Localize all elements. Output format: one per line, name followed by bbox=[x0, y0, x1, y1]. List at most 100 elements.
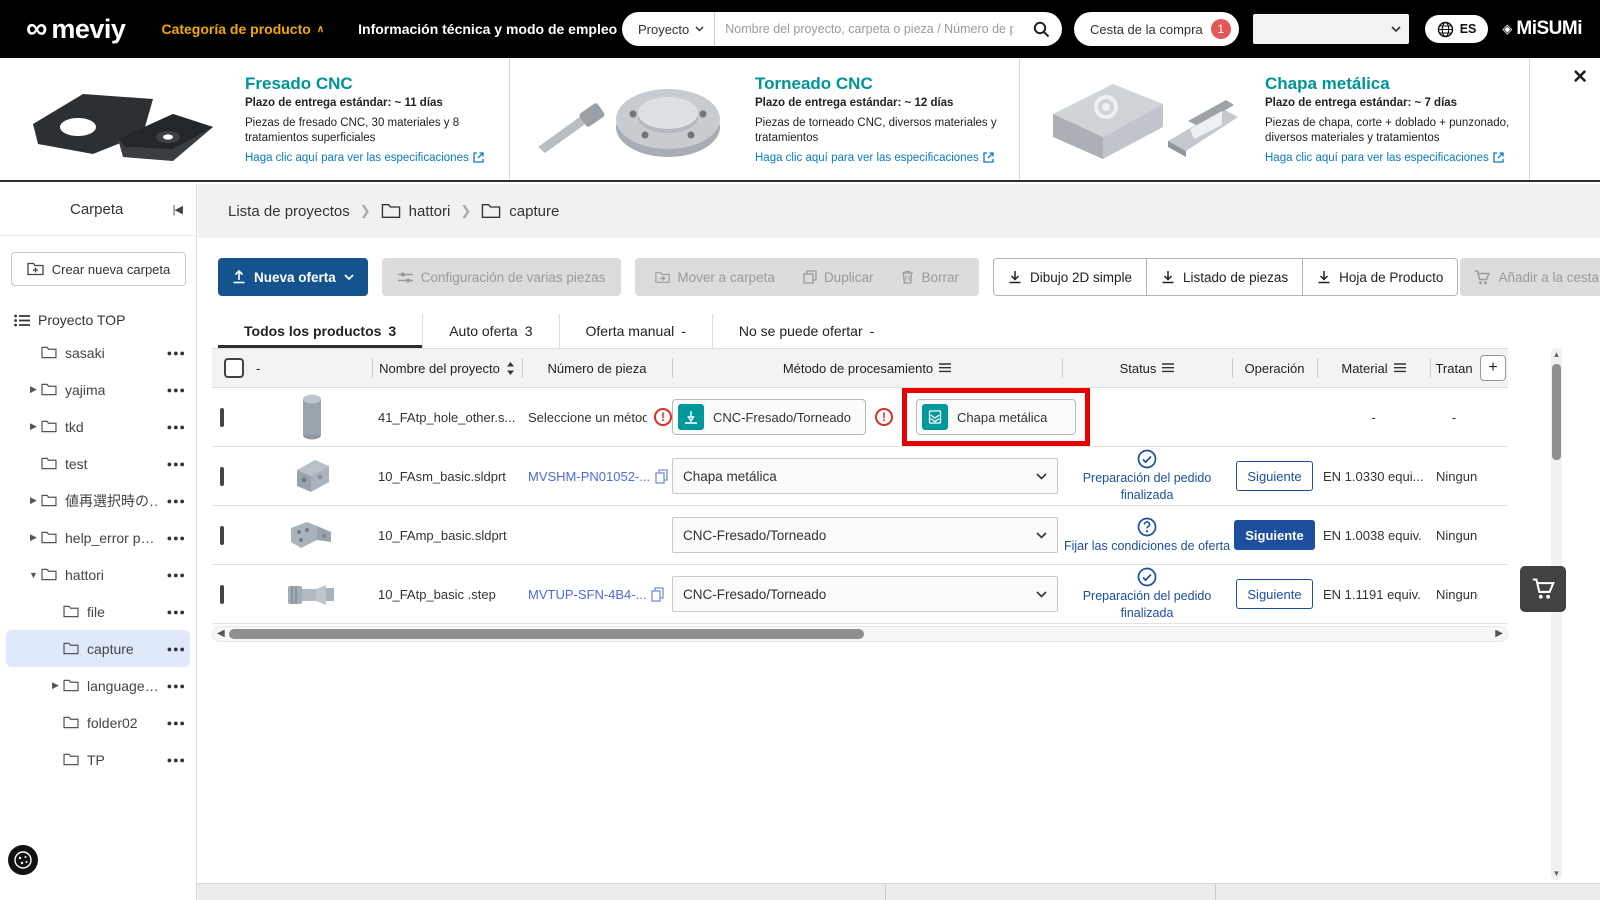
more-options-icon[interactable]: ●●● bbox=[167, 644, 186, 654]
cart-button[interactable]: Cesta de la compra 1 bbox=[1073, 12, 1239, 46]
chevron-right-icon[interactable]: ▶ bbox=[26, 384, 41, 395]
banner-spec-link[interactable]: Haga clic aquí para ver las especificaci… bbox=[755, 152, 1009, 164]
language-button[interactable]: ES bbox=[1424, 15, 1489, 43]
column-header-material[interactable]: Material bbox=[1317, 349, 1430, 387]
banner-card-milling[interactable]: Fresado CNC Plazo de entrega estándar: ~… bbox=[0, 58, 510, 180]
search-input[interactable] bbox=[715, 22, 1021, 36]
more-options-icon[interactable]: ●●● bbox=[167, 570, 186, 580]
breadcrumb-folder-hattori[interactable]: hattori bbox=[381, 203, 450, 220]
method-select[interactable]: CNC-Fresado/Torneado bbox=[672, 517, 1058, 553]
breadcrumb-folder-capture[interactable]: capture bbox=[481, 203, 559, 220]
tab-auto-offer[interactable]: Auto oferta 3 bbox=[423, 314, 560, 348]
sidebar-item-help-error[interactable]: ▶ help_error p… ●●● bbox=[0, 519, 196, 556]
vertical-scrollbar[interactable]: ▲ ▼ bbox=[1551, 348, 1562, 880]
product-sheet-button[interactable]: Hoja de Producto bbox=[1302, 258, 1459, 296]
sidebar-item-test[interactable]: test ●●● bbox=[0, 445, 196, 482]
sidebar-item-project-top[interactable]: Proyecto TOP bbox=[14, 312, 196, 328]
more-options-icon[interactable]: ●●● bbox=[167, 459, 186, 469]
next-button[interactable]: Siguiente bbox=[1236, 579, 1313, 609]
scroll-left-icon[interactable]: ◀ bbox=[217, 628, 225, 639]
more-options-icon[interactable]: ●●● bbox=[167, 681, 186, 691]
sidebar-item-yajima[interactable]: ▶ yajima ●●● bbox=[0, 371, 196, 408]
chevron-down-icon[interactable]: ▼ bbox=[26, 570, 41, 580]
tab-manual-offer[interactable]: Oferta manual - bbox=[560, 314, 713, 348]
tab-cannot-offer[interactable]: No se puede ofertar - bbox=[713, 314, 900, 348]
cart-button-label: Cesta de la compra bbox=[1089, 21, 1203, 37]
floating-cart-tab[interactable] bbox=[1520, 566, 1566, 612]
parts-list-button[interactable]: Listado de piezas bbox=[1146, 258, 1304, 296]
part-number-link[interactable]: MVSHM-PN01052-... bbox=[522, 469, 672, 484]
misumi-logo[interactable]: ◈ MiSUMi bbox=[1502, 18, 1582, 40]
sidebar-item-hattori[interactable]: ▼ hattori ●●● bbox=[0, 556, 196, 593]
meviy-logo[interactable]: ∞ meviy bbox=[26, 14, 126, 45]
method-cnc-button[interactable]: CNC-Fresado/Torneado bbox=[672, 399, 867, 435]
banner-card-turning[interactable]: Torneado CNC Plazo de entrega estándar: … bbox=[510, 58, 1020, 180]
chevron-right-icon[interactable]: ▶ bbox=[26, 532, 41, 543]
copy-icon[interactable] bbox=[651, 586, 665, 602]
more-options-icon[interactable]: ●●● bbox=[167, 496, 186, 506]
chevron-right-icon[interactable]: ▶ bbox=[48, 680, 63, 691]
sidebar-item-tp[interactable]: TP ●●● bbox=[0, 741, 196, 778]
method-select[interactable]: Chapa metálica bbox=[672, 458, 1058, 494]
cookie-settings-button[interactable] bbox=[8, 845, 38, 875]
tab-all-products[interactable]: Todos los productos 3 bbox=[218, 314, 424, 348]
more-options-icon[interactable]: ●●● bbox=[167, 385, 186, 395]
sidebar-item-sasaki[interactable]: sasaki ●●● bbox=[0, 334, 196, 371]
select-all-checkbox[interactable] bbox=[224, 358, 244, 378]
sidebar-item-tkd[interactable]: ▶ tkd ●●● bbox=[0, 408, 196, 445]
create-folder-button[interactable]: Crear nueva carpeta bbox=[11, 252, 186, 286]
sidebar-item-file[interactable]: file ●●● bbox=[0, 593, 196, 630]
sidebar-item-language[interactable]: ▶ language… ●●● bbox=[0, 667, 196, 704]
nav-technical-info[interactable]: Información técnica y modo de empleo bbox=[358, 21, 617, 37]
collapse-sidebar-icon[interactable]: |◀ bbox=[173, 203, 183, 216]
more-options-icon[interactable]: ●●● bbox=[167, 718, 186, 728]
column-header-name[interactable]: Nombre del proyecto bbox=[372, 349, 522, 387]
method-sheetmetal-button[interactable]: Chapa metálica bbox=[916, 399, 1077, 435]
banner-spec-link[interactable]: Haga clic aquí para ver las especificaci… bbox=[245, 152, 499, 164]
copy-icon[interactable] bbox=[655, 468, 668, 484]
more-options-icon[interactable]: ●●● bbox=[167, 607, 186, 617]
sidebar-item-capture[interactable]: capture ●●● bbox=[6, 630, 190, 667]
sidebar-item-revalue[interactable]: ▶ 値再選択時の… ●●● bbox=[0, 482, 196, 519]
column-header-status[interactable]: Status bbox=[1062, 349, 1232, 387]
move-to-folder-button[interactable]: Mover a carpeta bbox=[641, 270, 789, 285]
secondary-select[interactable] bbox=[1252, 14, 1409, 44]
next-button[interactable]: Siguiente bbox=[1236, 461, 1313, 491]
scroll-up-icon[interactable]: ▲ bbox=[1551, 350, 1562, 359]
nav-product-category[interactable]: Categoría de producto ∧ bbox=[161, 21, 324, 37]
scroll-down-icon[interactable]: ▼ bbox=[1551, 869, 1562, 878]
search-scope-select[interactable]: Proyecto bbox=[622, 12, 716, 46]
banner-card-sheetmetal[interactable]: Chapa metálica Plazo de entrega estándar… bbox=[1020, 58, 1530, 180]
row-checkbox[interactable] bbox=[220, 466, 224, 486]
horizontal-scrollbar[interactable]: ◀ ▶ bbox=[212, 626, 1508, 642]
simple-2d-drawing-button[interactable]: Dibujo 2D simple bbox=[992, 258, 1148, 296]
add-column-button[interactable]: + bbox=[1480, 355, 1506, 381]
add-to-cart-button[interactable]: Añadir a la cesta de la compra bbox=[1460, 258, 1600, 296]
new-offer-button[interactable]: Nueva oferta bbox=[218, 258, 368, 296]
column-header-method[interactable]: Método de procesamiento bbox=[672, 349, 1062, 387]
actions-toolbar: Nueva oferta Configuración de varias pie… bbox=[218, 258, 1600, 296]
delete-button[interactable]: Borrar bbox=[887, 270, 973, 285]
more-options-icon[interactable]: ●●● bbox=[167, 533, 186, 543]
sidebar-item-folder02[interactable]: folder02 ●●● bbox=[0, 704, 196, 741]
close-icon[interactable]: ✕ bbox=[1572, 66, 1588, 89]
multi-part-config-button[interactable]: Configuración de varias piezas bbox=[381, 258, 622, 296]
more-options-icon[interactable]: ●●● bbox=[167, 348, 186, 358]
chevron-right-icon[interactable]: ▶ bbox=[26, 495, 41, 506]
scroll-right-icon[interactable]: ▶ bbox=[1495, 628, 1503, 639]
method-select[interactable]: CNC-Fresado/Torneado bbox=[672, 576, 1058, 612]
banner-spec-link[interactable]: Haga clic aquí para ver las especificaci… bbox=[1265, 152, 1519, 164]
horizontal-scrollbar-thumb[interactable] bbox=[229, 629, 864, 639]
chevron-right-icon[interactable]: ▶ bbox=[26, 421, 41, 432]
vertical-scrollbar-thumb[interactable] bbox=[1552, 364, 1561, 460]
more-options-icon[interactable]: ●●● bbox=[167, 422, 186, 432]
search-icon[interactable] bbox=[1021, 21, 1062, 38]
row-checkbox[interactable] bbox=[220, 525, 224, 545]
row-checkbox[interactable] bbox=[220, 407, 224, 427]
duplicate-button[interactable]: Duplicar bbox=[789, 270, 888, 285]
next-button[interactable]: Siguiente bbox=[1234, 520, 1315, 550]
part-number-link[interactable]: MVTUP-SFN-4B4-... bbox=[522, 587, 672, 602]
more-options-icon[interactable]: ●●● bbox=[167, 755, 186, 765]
breadcrumb-root[interactable]: Lista de proyectos bbox=[228, 203, 350, 220]
row-checkbox[interactable] bbox=[220, 584, 224, 604]
